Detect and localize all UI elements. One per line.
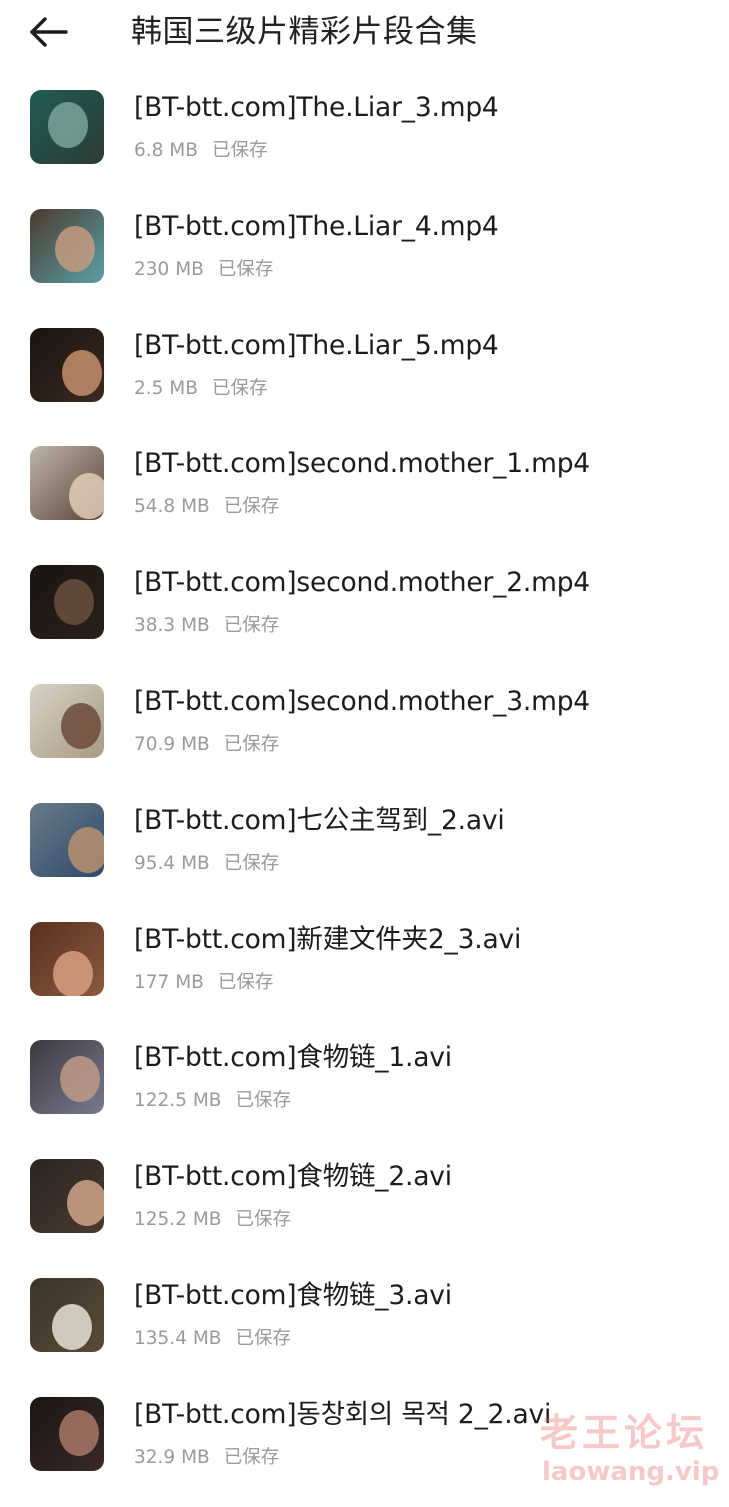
file-list-item[interactable]: [BT-btt.com]second.mother_2.mp4 38.3 MB 已保… [0, 565, 729, 675]
saved-status: 已保存 [235, 1209, 292, 1230]
file-meta: 95.4 MB 已保存 [134, 851, 279, 877]
file-size: 95.4 MB [134, 853, 210, 874]
file-meta: 70.9 MB 已保存 [134, 732, 279, 758]
saved-status: 已保存 [223, 734, 280, 755]
saved-status: 已保存 [235, 1328, 292, 1349]
file-meta: 122.5 MB 已保存 [134, 1088, 291, 1114]
saved-status: 已保存 [217, 259, 274, 280]
file-name: [BT-btt.com]七公主驾到_2.avi [134, 805, 505, 836]
thumbnail-figure [69, 473, 104, 519]
app-header: 韩国三级片精彩片段合集 [0, 0, 729, 66]
video-thumbnail [30, 1040, 104, 1114]
file-list-item[interactable]: [BT-btt.com]The.Liar_4.mp4 230 MB 已保存 [0, 209, 729, 319]
file-name: [BT-btt.com]The.Liar_5.mp4 [134, 330, 499, 361]
video-thumbnail [30, 1397, 104, 1471]
video-thumbnail [30, 922, 104, 996]
file-meta: 54.8 MB 已保存 [134, 494, 279, 520]
file-size: 177 MB [134, 972, 204, 993]
file-meta: 6.8 MB 已保存 [134, 138, 267, 164]
video-thumbnail [30, 1159, 104, 1233]
file-name: [BT-btt.com]食物链_3.avi [134, 1280, 452, 1311]
thumbnail-figure [61, 703, 101, 749]
file-size: 70.9 MB [134, 734, 210, 755]
saved-status: 已保存 [223, 1447, 280, 1468]
saved-status: 已保存 [217, 972, 274, 993]
file-size: 135.4 MB [134, 1328, 222, 1349]
file-meta: 125.2 MB 已保存 [134, 1207, 291, 1233]
thumbnail-figure [48, 102, 88, 148]
file-meta: 230 MB 已保存 [134, 257, 273, 283]
file-size: 32.9 MB [134, 1447, 210, 1468]
file-size: 38.3 MB [134, 615, 210, 636]
file-list-item[interactable]: [BT-btt.com]second.mother_3.mp4 70.9 MB 已保… [0, 684, 729, 794]
saved-status: 已保存 [235, 1090, 292, 1111]
file-size: 230 MB [134, 259, 204, 280]
watermark-url: laowang.vip [542, 1457, 720, 1487]
watermark: 老王论坛 laowang.vip [540, 1410, 720, 1488]
file-meta: 2.5 MB 已保存 [134, 376, 267, 402]
file-size: 54.8 MB [134, 496, 210, 517]
thumbnail-figure [62, 350, 102, 396]
saved-status: 已保存 [223, 496, 280, 517]
file-meta: 38.3 MB 已保存 [134, 613, 279, 639]
thumbnail-figure [54, 579, 94, 625]
video-thumbnail [30, 209, 104, 283]
file-list-item[interactable]: [BT-btt.com]second.mother_1.mp4 54.8 MB 已保… [0, 446, 729, 556]
file-name: [BT-btt.com]The.Liar_3.mp4 [134, 92, 499, 123]
file-meta: 32.9 MB 已保存 [134, 1445, 279, 1471]
saved-status: 已保存 [211, 378, 268, 399]
video-thumbnail [30, 328, 104, 402]
file-name: [BT-btt.com]The.Liar_4.mp4 [134, 211, 499, 242]
file-list-item[interactable]: [BT-btt.com]食物链_2.avi 125.2 MB 已保存 [0, 1159, 729, 1269]
thumbnail-figure [53, 951, 93, 996]
file-name: [BT-btt.com]second.mother_2.mp4 [134, 567, 590, 598]
file-list-item[interactable]: [BT-btt.com]七公主驾到_2.avi 95.4 MB 已保存 [0, 803, 729, 913]
file-size: 125.2 MB [134, 1209, 222, 1230]
thumbnail-figure [60, 1056, 100, 1102]
thumbnail-figure [55, 226, 95, 272]
thumbnail-figure [59, 1410, 99, 1456]
thumbnail-figure [68, 827, 104, 873]
file-name: [BT-btt.com]食物链_2.avi [134, 1161, 452, 1192]
video-thumbnail [30, 90, 104, 164]
file-meta: 177 MB 已保存 [134, 970, 273, 996]
video-thumbnail [30, 803, 104, 877]
file-name: [BT-btt.com]新建文件夹2_3.avi [134, 924, 522, 955]
video-thumbnail [30, 565, 104, 639]
thumbnail-figure [67, 1180, 104, 1226]
file-list-item[interactable]: [BT-btt.com]新建文件夹2_3.avi 177 MB 已保存 [0, 922, 729, 1032]
file-meta: 135.4 MB 已保存 [134, 1326, 291, 1352]
watermark-text: 老王论坛 [540, 1411, 709, 1455]
file-name: [BT-btt.com]second.mother_1.mp4 [134, 448, 590, 479]
video-thumbnail [30, 446, 104, 520]
file-name: [BT-btt.com]동창회의 목적 2_2.avi [134, 1399, 552, 1430]
file-list-item[interactable]: [BT-btt.com]The.Liar_3.mp4 6.8 MB 已保存 [0, 90, 729, 200]
file-list-item[interactable]: [BT-btt.com]食物链_1.avi 122.5 MB 已保存 [0, 1040, 729, 1150]
file-size: 122.5 MB [134, 1090, 222, 1111]
file-size: 2.5 MB [134, 378, 198, 399]
file-name: [BT-btt.com]食物链_1.avi [134, 1042, 452, 1073]
page-title: 韩国三级片精彩片段合集 [131, 14, 478, 50]
arrow-left-icon [30, 17, 68, 47]
file-name: [BT-btt.com]second.mother_3.mp4 [134, 686, 590, 717]
thumbnail-figure [52, 1304, 92, 1350]
file-list-item[interactable]: [BT-btt.com]The.Liar_5.mp4 2.5 MB 已保存 [0, 328, 729, 438]
back-button[interactable] [24, 10, 72, 54]
video-thumbnail [30, 684, 104, 758]
saved-status: 已保存 [211, 140, 268, 161]
file-list-item[interactable]: [BT-btt.com]食物链_3.avi 135.4 MB 已保存 [0, 1278, 729, 1388]
video-thumbnail [30, 1278, 104, 1352]
saved-status: 已保存 [223, 853, 280, 874]
file-size: 6.8 MB [134, 140, 198, 161]
saved-status: 已保存 [223, 615, 280, 636]
